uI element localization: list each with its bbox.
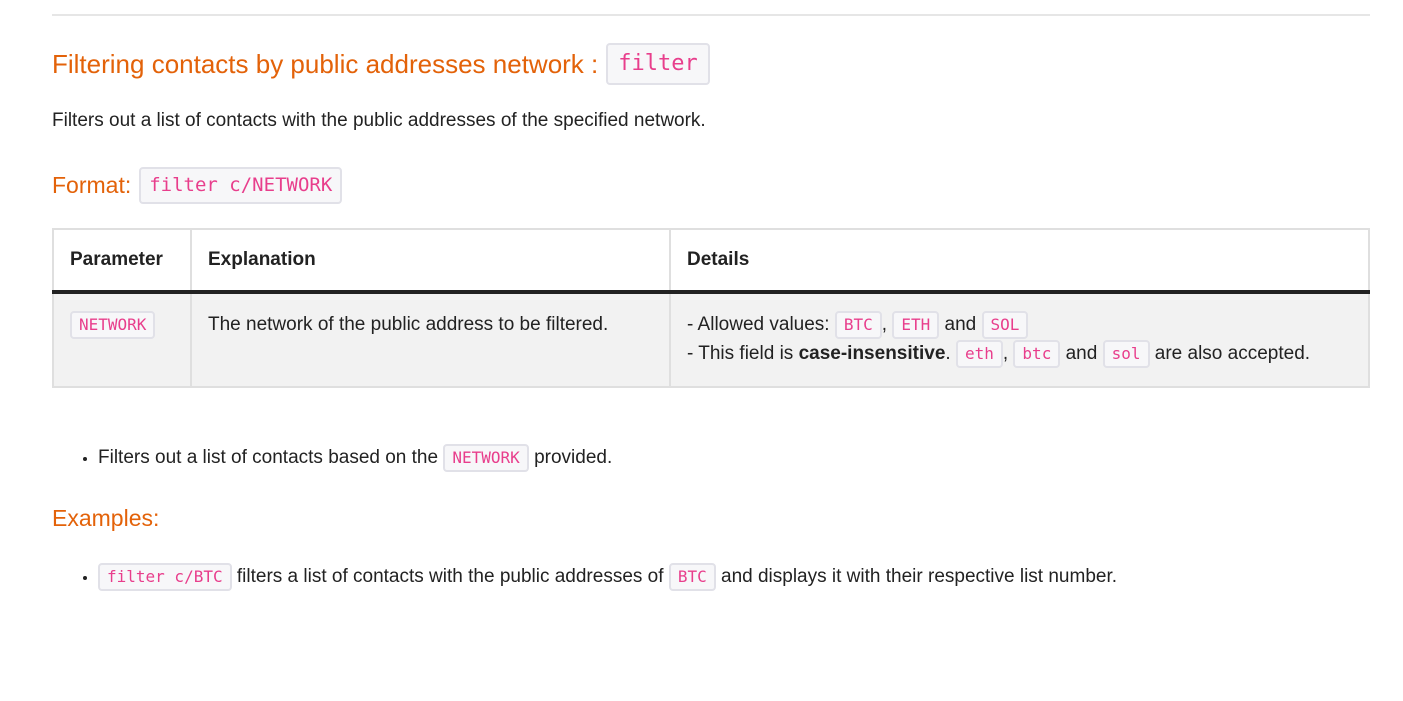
examples-heading: Examples: [52, 504, 160, 531]
example-code: filter c/BTC [98, 563, 232, 591]
comma: , [881, 314, 888, 335]
details-line-1: - Allowed values: BTC, ETH and SOL [687, 310, 1352, 339]
and-text: and [1065, 343, 1098, 364]
description: Filters out a list of contacts with the … [52, 110, 706, 131]
value-code: sol [1102, 340, 1150, 368]
section-heading: Filtering contacts by public addresses n… [52, 42, 710, 86]
format-code: filter c/NETWORK [139, 166, 343, 204]
value-code: ETH [892, 311, 940, 339]
format-heading: Format: filter c/NETWORK [52, 164, 343, 206]
section-heading-text: Filtering contacts by public addresses n… [52, 48, 599, 79]
value-code: btc [1013, 340, 1061, 368]
details-prefix: - Allowed values: [687, 314, 830, 335]
command-code: filter [606, 43, 710, 85]
table-header-row: Parameter Explanation Details [52, 228, 1370, 293]
note-text: Filters out a list of contacts based on … [98, 447, 439, 468]
period: . [945, 343, 951, 364]
network-code: NETWORK [443, 444, 529, 472]
bold-text: case-insensitive [798, 343, 946, 364]
horizontal-rule [52, 14, 1370, 16]
parameter-code: NETWORK [70, 311, 156, 339]
comma: , [1002, 343, 1009, 364]
cell-parameter: NETWORK [52, 291, 192, 388]
notes-list: Filters out a list of contacts based on … [52, 443, 612, 473]
header-parameter: Parameter [52, 228, 192, 293]
value-code: eth [955, 340, 1003, 368]
details-suffix: are also accepted. [1154, 343, 1311, 364]
header-explanation: Explanation [190, 228, 671, 293]
list-item: filter c/BTC filters a list of contacts … [98, 562, 1117, 592]
header-details: Details [669, 228, 1370, 293]
example-text: filters a list of contacts with the publ… [236, 566, 664, 587]
value-code: BTC [834, 311, 882, 339]
format-label: Format: [52, 171, 132, 198]
details-prefix: - This field is [687, 343, 794, 364]
cell-details: - Allowed values: BTC, ETH and SOL - Thi… [669, 291, 1370, 388]
table-row: NETWORK The network of the public addres… [52, 291, 1370, 388]
parameter-table: Parameter Explanation Details NETWORK Th… [52, 228, 1370, 388]
examples-list: filter c/BTC filters a list of contacts … [52, 562, 1117, 592]
note-text: provided. [534, 447, 613, 468]
cell-explanation: The network of the public address to be … [190, 291, 671, 388]
value-code: SOL [981, 311, 1029, 339]
and-text: and [944, 314, 977, 335]
example-text: and displays it with their respective li… [721, 566, 1118, 587]
example-value-code: BTC [668, 563, 716, 591]
details-line-2: - This field is case-insensitive. eth, b… [687, 339, 1352, 368]
list-item: Filters out a list of contacts based on … [98, 443, 612, 473]
